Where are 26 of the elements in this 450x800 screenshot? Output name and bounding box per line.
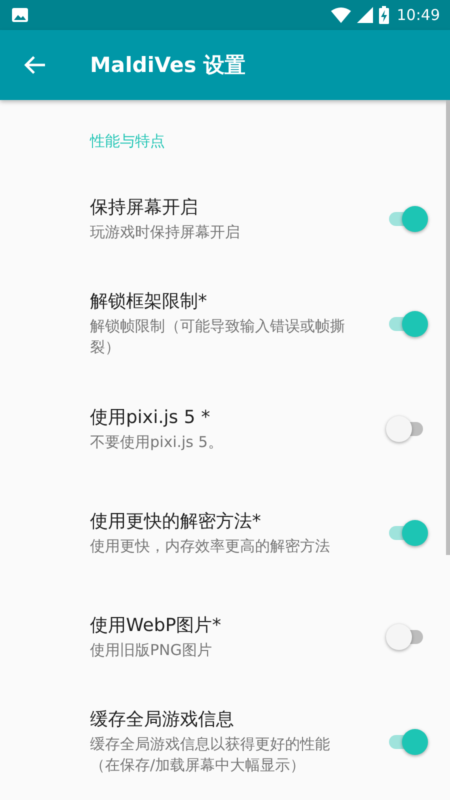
wifi-icon — [330, 7, 351, 23]
setting-title: 缓存全局游戏信息 — [90, 708, 235, 732]
setting-item[interactable]: 缓存全局游戏信息 缓存全局游戏信息以获得更好的性能（在保存/加载屏幕中大幅显示） — [0, 696, 450, 788]
setting-item[interactable]: 解锁框架限制* 解锁帧限制（可能导致输入错误或帧撕裂） — [0, 278, 450, 370]
setting-item[interactable]: 保持屏幕开启 玩游戏时保持屏幕开启 — [0, 174, 450, 264]
image-icon — [12, 8, 28, 22]
setting-summary: 不要使用pixi.js 5。 — [90, 432, 224, 452]
clock-time: 10:49 — [396, 6, 440, 24]
signal-icon — [356, 7, 373, 23]
back-arrow-icon — [24, 55, 46, 75]
setting-title: 使用pixi.js 5 * — [90, 406, 212, 430]
setting-item[interactable]: 使用WebP图片* 使用旧版PNG图片 — [0, 592, 450, 682]
setting-summary: 解锁帧限制（可能导致输入错误或帧撕裂） — [90, 316, 345, 358]
battery-charging-icon — [378, 6, 389, 24]
screen-title: MaldiVes 设置 — [90, 52, 246, 79]
section-header: 性能与特点 — [90, 132, 166, 152]
setting-summary: 使用更快，内存效率更高的解密方法 — [90, 536, 331, 556]
setting-title: 使用更快的解密方法* — [90, 510, 262, 534]
setting-summary: 缓存全局游戏信息以获得更好的性能（在保存/加载屏幕中大幅显示） — [90, 734, 331, 776]
setting-title: 使用WebP图片* — [90, 614, 222, 638]
setting-item[interactable]: 使用pixi.js 5 * 不要使用pixi.js 5。 — [0, 384, 450, 474]
setting-title: 解锁框架限制* — [90, 290, 208, 314]
setting-summary: 玩游戏时保持屏幕开启 — [90, 222, 241, 242]
setting-summary: 使用旧版PNG图片 — [90, 640, 213, 660]
setting-item[interactable]: 使用更快的解密方法* 使用更快，内存效率更高的解密方法 — [0, 488, 450, 578]
setting-title: 保持屏幕开启 — [90, 196, 199, 220]
